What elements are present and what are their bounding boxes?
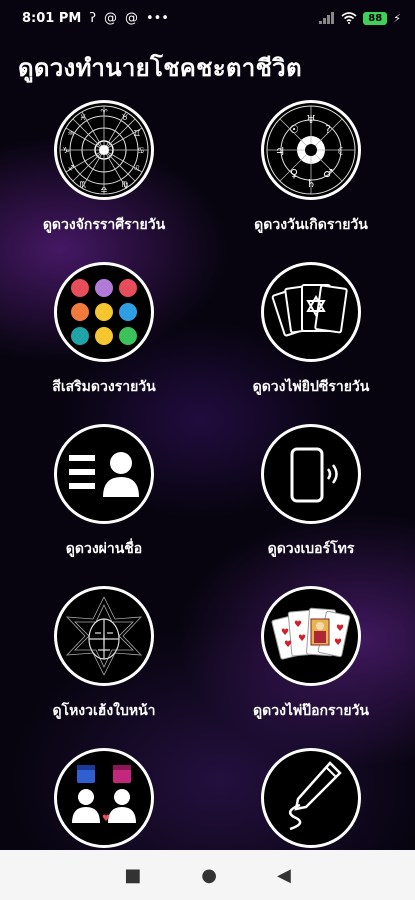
at-icon: @: [124, 10, 138, 26]
face-reading-item[interactable]: ดูโหงวเฮ้งใบหน้า: [4, 586, 204, 722]
color-daily-item[interactable]: สีเสริมดวงรายวัน: [4, 262, 204, 398]
svg-text:♂: ♂: [323, 167, 333, 180]
couple-item[interactable]: ♥: [4, 748, 204, 848]
recent-apps-button[interactable]: ■: [124, 865, 141, 886]
tarot-cards-icon: [261, 262, 361, 362]
svg-text:♅: ♅: [306, 113, 316, 126]
svg-text:?: ?: [325, 123, 331, 136]
svg-text:♥: ♥: [102, 814, 110, 824]
item-label: ดูโหงวเฮ้งใบหน้า: [52, 703, 156, 719]
svg-text:♎: ♎: [100, 185, 107, 194]
svg-text:♐: ♐: [67, 164, 74, 173]
svg-text:♥: ♥: [334, 638, 342, 648]
item-label: สีเสริมดวงรายวัน: [52, 379, 156, 395]
more-dots-icon: •••: [145, 10, 169, 26]
color-dot: [95, 327, 113, 345]
svg-text:♒: ♒: [67, 129, 74, 138]
at-icon: @: [103, 10, 117, 26]
svg-text:♀: ♀: [290, 167, 298, 180]
svg-text:♥: ♥: [281, 628, 289, 638]
clock: 8:01 PM: [22, 10, 82, 26]
charging-icon: ⚡: [393, 11, 401, 25]
name-card-icon: [54, 424, 154, 524]
svg-text:♈: ♈: [100, 108, 107, 117]
svg-text:♌: ♌: [133, 164, 140, 173]
svg-text:♥: ♥: [294, 620, 302, 630]
svg-text:♊: ♊: [133, 129, 140, 138]
name-reading-item[interactable]: ดูดวงผ่านชื่อ: [4, 424, 204, 560]
color-dot: [119, 327, 137, 345]
couple-calendar-icon: ♥: [54, 748, 154, 848]
tarot-daily-item[interactable]: ดูดวงไพ่ยิปซีรายวัน: [211, 262, 411, 398]
svg-text:♥: ♥: [284, 640, 292, 650]
status-bar: 8:01 PM ʔ @ @ ••• 88 ⚡: [0, 0, 415, 36]
zodiac-daily-item[interactable]: ♈ ♉ ♊ ♋ ♌ ♍ ♎ ♏ ♐ ♑ ♒ ♓ ดูดวงจักรราศีรายวัน: [4, 100, 204, 236]
svg-text:♄: ♄: [306, 177, 316, 190]
svg-text:☾: ☾: [337, 145, 347, 158]
svg-text:♃: ♃: [275, 145, 285, 158]
item-label: ดูดวงจักรราศีรายวัน: [42, 217, 166, 233]
color-dot: [71, 303, 89, 321]
phone-number-item[interactable]: ดูดวงเบอร์โทร: [211, 424, 411, 560]
color-dot: [119, 279, 137, 297]
color-dots-icon: [54, 262, 154, 362]
color-dot: [119, 303, 137, 321]
poker-daily-item[interactable]: ♥ ♥ ♥ ♥ ♥ ♥ ดูดวงไพ่ป๊อกรายวัน: [211, 586, 411, 722]
svg-text:♓: ♓: [79, 113, 86, 122]
birthday-daily-item[interactable]: ☉? ☾ ♂ ♀ ♃ ♅ ♄ ดูดวงวันเกิดรายวัน: [211, 100, 411, 236]
wifi-icon: [341, 12, 357, 24]
item-label: ดูดวงผ่านชื่อ: [65, 541, 143, 557]
svg-text:♋: ♋: [137, 146, 144, 155]
signature-pen-icon: [261, 748, 361, 848]
color-dot: [71, 279, 89, 297]
color-dot: [95, 303, 113, 321]
page-title: ดูดวงทำนายโชคชะตาชีวิต: [18, 54, 302, 82]
svg-text:♉: ♉: [121, 113, 128, 122]
color-dot: [71, 327, 89, 345]
svg-text:♍: ♍: [121, 180, 128, 189]
nfc-icon: ʔ: [89, 10, 96, 26]
item-label: ดูดวงเบอร์โทร: [267, 541, 355, 557]
astrology-chart-icon: ☉? ☾ ♂ ♀ ♃ ♅ ♄: [261, 100, 361, 200]
svg-text:♏: ♏: [79, 180, 87, 189]
system-nav-bar: ■ ● ◀: [0, 850, 415, 900]
signature-item[interactable]: [211, 748, 411, 848]
color-dot: [95, 279, 113, 297]
back-button[interactable]: ◀: [277, 865, 291, 886]
signal-icon: [319, 12, 335, 24]
svg-text:☉: ☉: [289, 123, 299, 136]
svg-text:♥: ♥: [336, 624, 344, 634]
playing-cards-icon: ♥ ♥ ♥ ♥ ♥ ♥: [261, 586, 361, 686]
home-button[interactable]: ●: [201, 865, 217, 886]
svg-text:♥: ♥: [298, 634, 306, 644]
face-reading-icon: [54, 586, 154, 686]
battery-icon: 88: [363, 11, 388, 25]
item-label: ดูดวงไพ่ยิปซีรายวัน: [252, 379, 370, 395]
zodiac-wheel-icon: ♈ ♉ ♊ ♋ ♌ ♍ ♎ ♏ ♐ ♑ ♒ ♓: [54, 100, 154, 200]
item-label: ดูดวงวันเกิดรายวัน: [254, 217, 368, 233]
item-label: ดูดวงไพ่ป๊อกรายวัน: [253, 703, 369, 719]
phone-icon: [261, 424, 361, 524]
svg-text:♑: ♑: [62, 146, 69, 155]
